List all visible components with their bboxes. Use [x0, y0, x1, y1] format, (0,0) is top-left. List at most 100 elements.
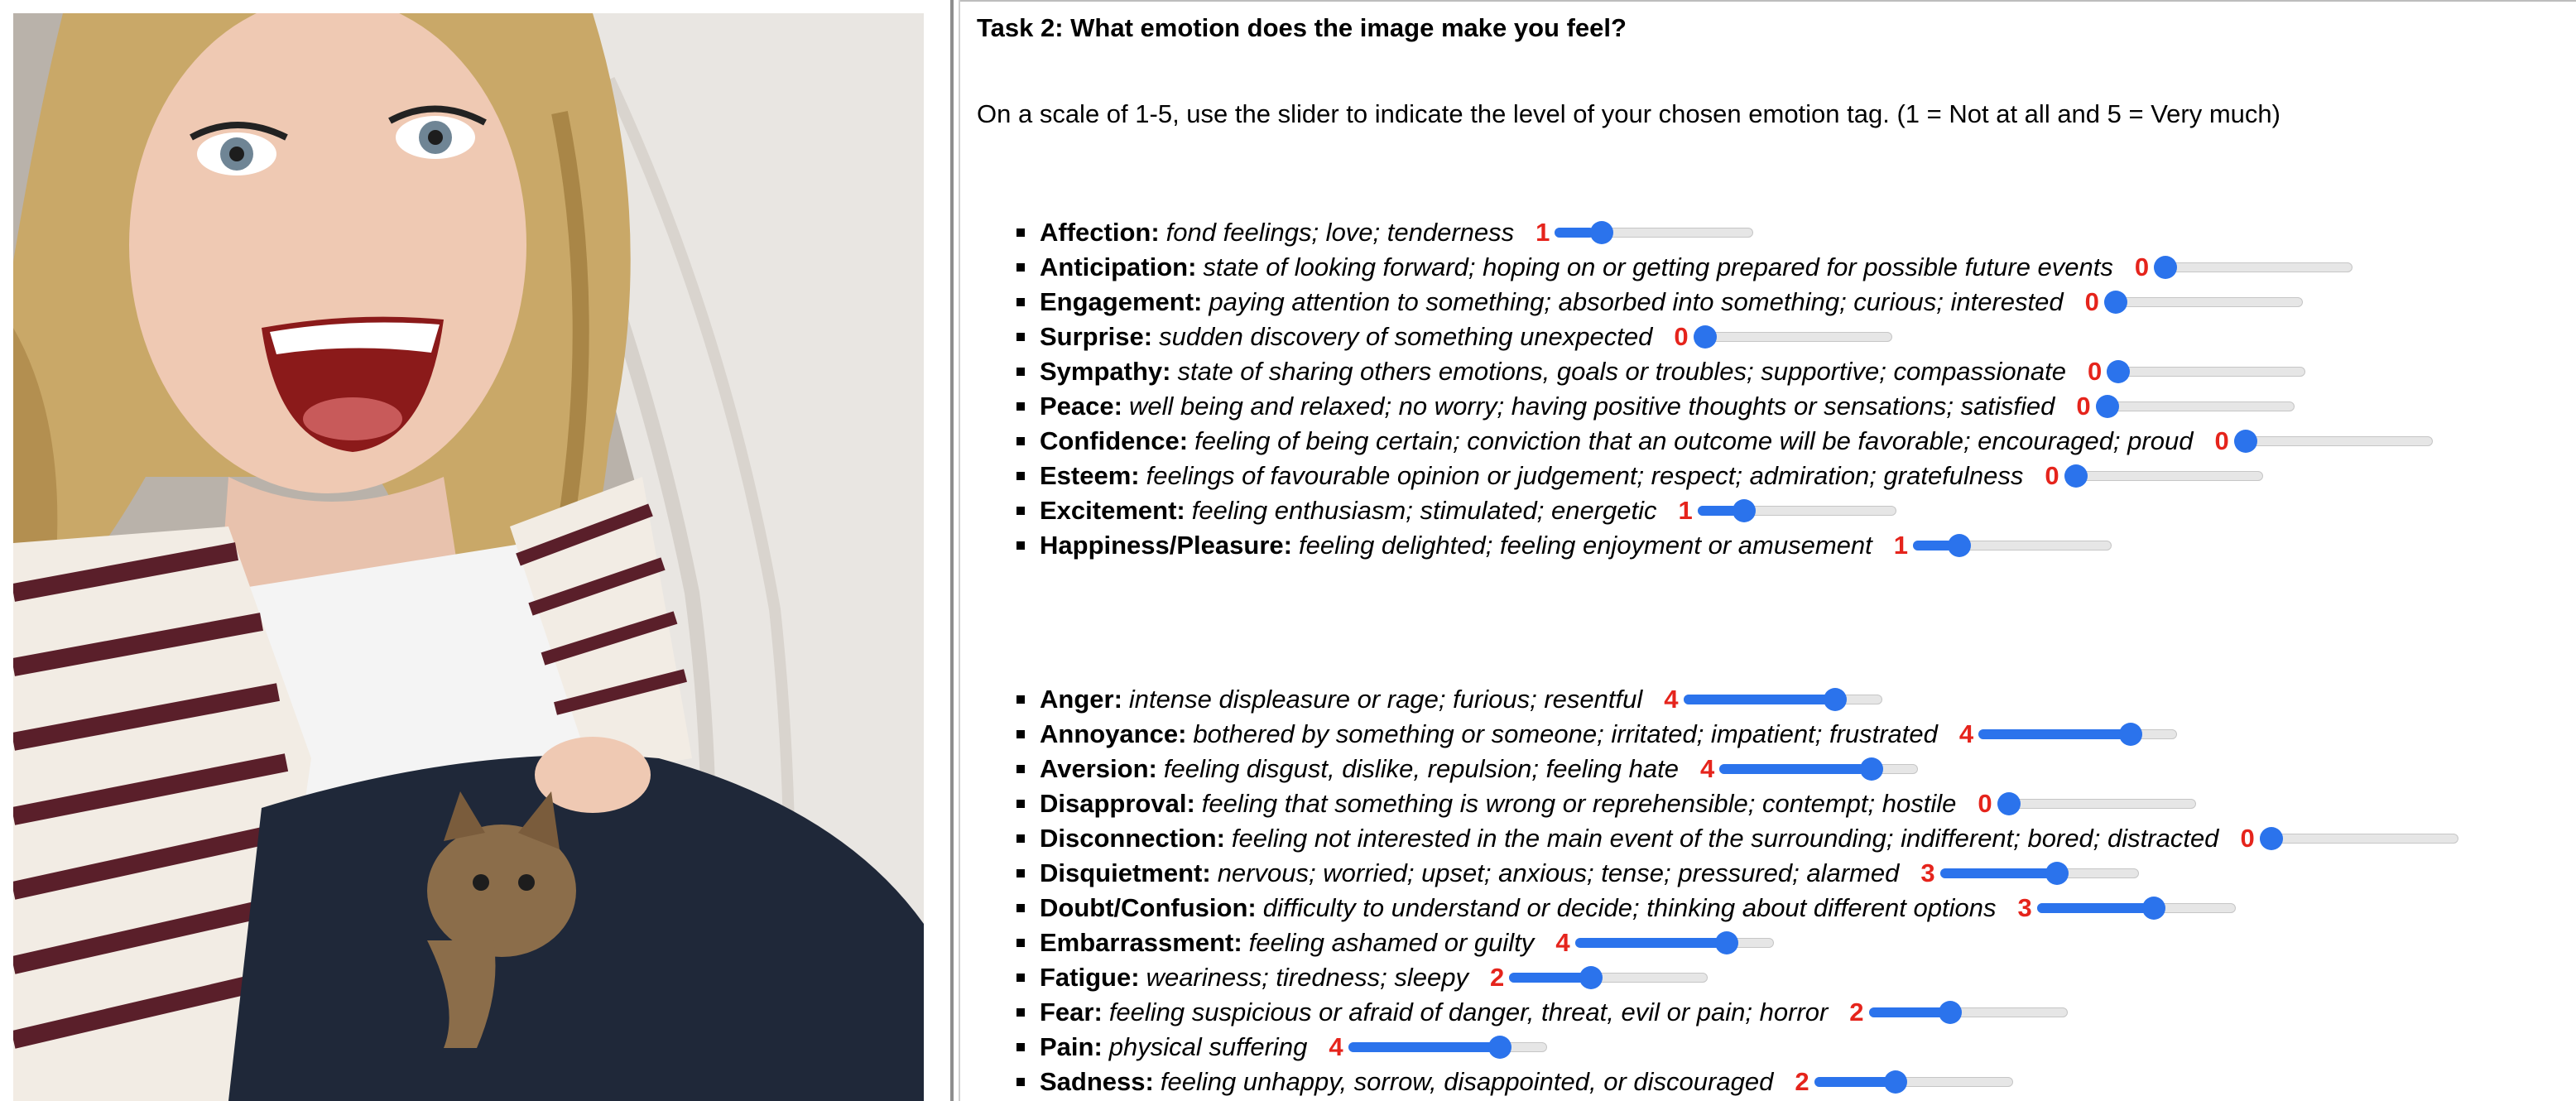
emotion-level-slider[interactable]	[2036, 891, 2236, 926]
negative-emotion-list: Anger: intense displeasure or rage; furio…	[977, 682, 2458, 1099]
list-bullet	[1016, 904, 1025, 912]
emotion-level-slider[interactable]	[1509, 960, 1709, 995]
emotion-name: Esteem:	[1040, 461, 1140, 490]
emotion-description: fond feelings; love; tenderness	[1165, 218, 1515, 247]
emotion-level-value: 0	[2214, 426, 2229, 455]
emotion-level-slider[interactable]	[1683, 682, 1882, 717]
emotion-row: Engagement: paying attention to something…	[977, 285, 2433, 320]
slider-thumb[interactable]	[1884, 1070, 1908, 1094]
emotion-name: Surprise:	[1040, 322, 1153, 351]
list-bullet	[1016, 834, 1025, 843]
emotion-name: Annoyance:	[1040, 719, 1187, 748]
emotion-level-slider[interactable]	[2259, 821, 2458, 856]
slider-thumb[interactable]	[1733, 499, 1757, 522]
emotion-description: feeling disgust, dislike, repulsion; fee…	[1163, 754, 1679, 783]
emotion-level-value: 0	[2134, 252, 2150, 281]
emotion-level-value: 0	[1978, 789, 1992, 818]
slider-thumb[interactable]	[2064, 464, 2088, 488]
emotion-description: well being and relaxed; no worry; having…	[1128, 392, 2055, 421]
emotion-level-slider[interactable]	[2103, 285, 2303, 320]
emotion-level-slider[interactable]	[1912, 528, 2112, 563]
selfie-photo	[13, 13, 924, 1101]
slider-track	[2233, 436, 2433, 446]
emotion-level-slider[interactable]	[1939, 856, 2139, 891]
emotion-level-slider[interactable]	[2233, 424, 2433, 459]
emotion-row: Sadness: feeling unhappy, sorrow, disappo…	[977, 1065, 2458, 1099]
emotion-level-value: 4	[1958, 719, 1974, 748]
emotion-name: Sympathy:	[1040, 357, 1171, 386]
emotion-level-slider[interactable]	[1555, 215, 1754, 250]
slider-thumb[interactable]	[2107, 360, 2131, 383]
emotion-level-value: 0	[2240, 824, 2255, 853]
slider-thumb[interactable]	[2154, 256, 2178, 279]
emotion-level-slider[interactable]	[2154, 250, 2353, 285]
emotion-level-slider[interactable]	[2107, 354, 2306, 389]
emotion-level-value: 4	[1664, 685, 1679, 714]
emotion-level-slider[interactable]	[1868, 995, 2068, 1030]
slider-track	[2103, 297, 2303, 307]
slider-fill	[1574, 938, 1734, 948]
emotion-level-value: 0	[2084, 287, 2099, 316]
emotion-row: Disconnection: feeling not interested in …	[977, 821, 2458, 856]
emotion-level-slider[interactable]	[1719, 752, 1919, 786]
emotion-row: Anticipation: state of looking forward; h…	[977, 250, 2433, 285]
slider-fill	[1555, 228, 1595, 238]
emotion-level-value: 0	[2088, 357, 2103, 386]
emotion-description: feeling unhappy, sorrow, disappointed, o…	[1160, 1067, 1774, 1096]
list-bullet	[1016, 333, 1025, 341]
emotion-level-slider[interactable]	[2064, 459, 2263, 493]
slider-thumb[interactable]	[1997, 792, 2021, 815]
slider-thumb[interactable]	[2095, 395, 2119, 418]
positive-emotion-list: Affection: fond feelings; love; tendernes…	[977, 215, 2433, 563]
list-bullet	[1016, 507, 1025, 515]
slider-thumb[interactable]	[1948, 534, 1972, 557]
emotion-name: Peace:	[1040, 392, 1122, 421]
emotion-description: bothered by something or someone; irrita…	[1193, 719, 1938, 748]
slider-thumb[interactable]	[2233, 430, 2257, 453]
slider-thumb[interactable]	[1589, 221, 1613, 244]
slider-thumb[interactable]	[2103, 291, 2127, 314]
slider-track	[2095, 401, 2295, 411]
emotion-row: Fatigue: weariness; tiredness; sleepy 2	[977, 960, 2458, 995]
emotion-name: Engagement:	[1040, 287, 1203, 316]
slider-track	[1997, 799, 2196, 809]
emotion-level-value: 3	[2017, 893, 2032, 922]
emotion-level-slider[interactable]	[1814, 1065, 2013, 1099]
emotion-level-slider[interactable]	[1348, 1030, 1547, 1065]
slider-thumb[interactable]	[2045, 862, 2069, 885]
emotion-level-value: 2	[1795, 1067, 1809, 1096]
list-bullet	[1016, 974, 1025, 982]
slider-thumb[interactable]	[1488, 1036, 1512, 1059]
list-bullet	[1016, 263, 1025, 272]
emotion-row: Surprise: sudden discovery of something u…	[977, 320, 2433, 354]
slider-thumb[interactable]	[1824, 688, 1848, 711]
list-bullet	[1016, 1043, 1025, 1051]
slider-thumb[interactable]	[1859, 757, 1883, 781]
emotion-name: Disquietment:	[1040, 858, 1211, 887]
emotion-level-slider[interactable]	[1574, 926, 1774, 960]
slider-thumb[interactable]	[2118, 723, 2142, 746]
slider-thumb[interactable]	[1579, 966, 1603, 989]
slider-thumb[interactable]	[1939, 1001, 1963, 1024]
emotion-description: feelings of favourable opinion or judgem…	[1146, 461, 2024, 490]
emotion-level-slider[interactable]	[1978, 717, 2178, 752]
slider-thumb[interactable]	[1693, 325, 1717, 349]
slider-fill	[1978, 729, 2138, 739]
slider-track	[2259, 834, 2458, 844]
slider-fill	[1912, 541, 1953, 550]
slider-thumb[interactable]	[2259, 827, 2283, 850]
emotion-description: feeling ashamed or guilty	[1248, 928, 1535, 957]
emotion-level-slider[interactable]	[1697, 493, 1896, 528]
emotion-row: Disquietment: nervous; worried; upset; an…	[977, 856, 2458, 891]
list-bullet	[1016, 472, 1025, 480]
emotion-description: physical suffering	[1108, 1032, 1308, 1061]
emotion-level-slider[interactable]	[1997, 786, 2196, 821]
emotion-level-slider[interactable]	[2095, 389, 2295, 424]
pane-divider[interactable]	[950, 0, 954, 1101]
slider-thumb[interactable]	[2141, 897, 2165, 920]
emotion-level-slider[interactable]	[1693, 320, 1892, 354]
emotion-row: Annoyance: bothered by something or someo…	[977, 717, 2458, 752]
list-bullet	[1016, 298, 1025, 306]
slider-thumb[interactable]	[1715, 931, 1739, 954]
list-bullet	[1016, 228, 1025, 237]
